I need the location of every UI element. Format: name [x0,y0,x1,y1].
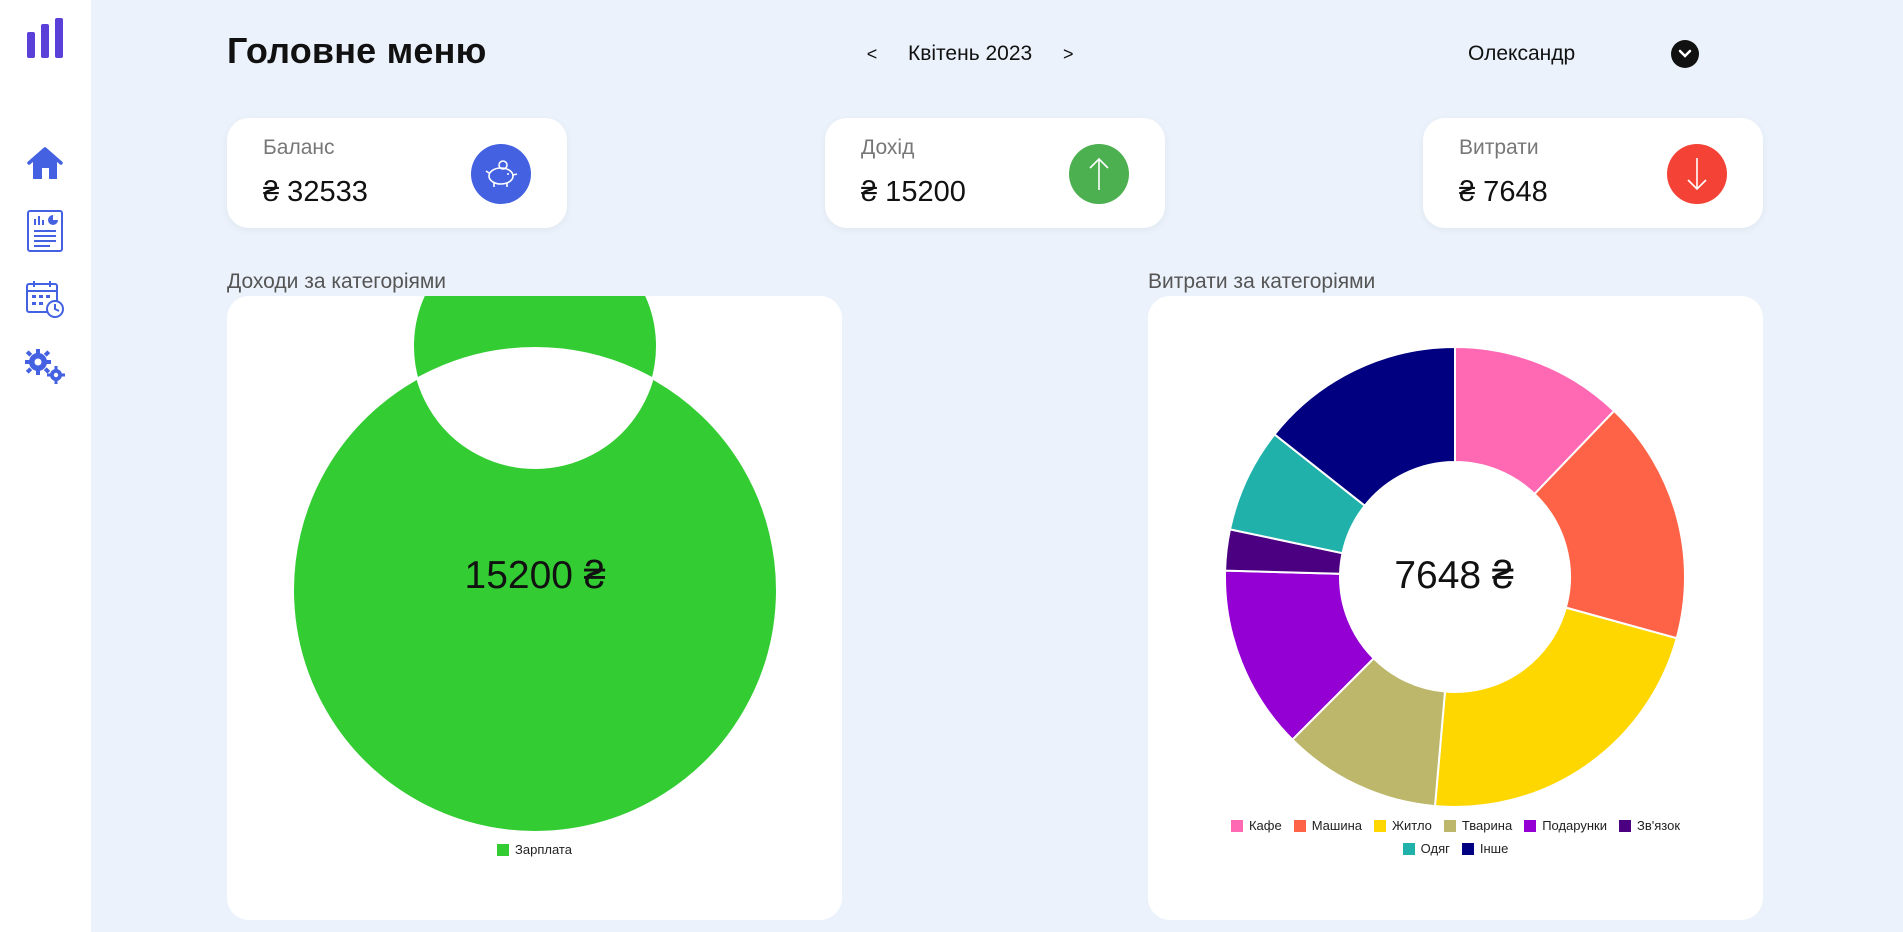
home-icon[interactable] [24,141,66,187]
legend-item-інше[interactable]: Інше [1461,841,1509,856]
slice-житло[interactable] [1433,606,1678,808]
legend-label: Житло [1392,818,1432,833]
legend-swatch [1293,819,1306,832]
legend-swatch [1374,819,1387,832]
legend-label: Одяг [1420,841,1450,856]
legend-label: Зв'язок [1637,818,1681,833]
user-name: Олександр [1468,42,1576,65]
legend-label: Подарунки [1542,818,1608,833]
chevron-down-icon[interactable] [1671,40,1699,68]
balance-label: Баланс [263,136,335,159]
expense-chart-title: Витрати за категоріями [1148,270,1376,293]
prev-month-button[interactable]: < [860,44,884,65]
income-donut-chart [292,296,778,833]
balance-card: Баланс ₴ 32533 [227,118,567,228]
legend-item-житло[interactable]: Житло [1374,818,1432,833]
income-legend: Зарплата [227,842,842,865]
legend-item-машина[interactable]: Машина [1293,818,1363,833]
logo-icon [26,18,64,60]
legend-item-зв-язок[interactable]: Зв'язок [1619,818,1680,833]
legend-swatch [1619,819,1632,832]
legend-item-кафе[interactable]: Кафе [1230,818,1282,833]
income-chart-panel: 15200 ₴ Зарплата [227,296,842,920]
legend-item-одяг[interactable]: Одяг [1402,841,1450,856]
legend-swatch [1402,842,1415,855]
calendar-icon[interactable] [24,276,66,322]
balance-value: ₴ 32533 [263,176,368,208]
legend-label: Машина [1311,818,1363,833]
month-selector: < Квітень 2023 > [860,40,1080,68]
income-value: ₴ 15200 [861,176,966,208]
sidebar [0,0,91,932]
income-chart-title: Доходи за категоріями [227,270,447,293]
next-month-button[interactable]: > [1056,44,1080,65]
settings-icon[interactable] [24,343,66,389]
expenses-card: Витрати ₴ 7648 [1423,118,1763,228]
expenses-label: Витрати [1459,136,1539,159]
piggy-bank-icon [471,144,531,204]
legend-swatch [497,843,510,856]
legend-swatch [1524,819,1537,832]
legend-label: Тварина [1461,818,1513,833]
legend-swatch [1443,819,1456,832]
user-menu[interactable]: Олександр [1468,40,1699,68]
legend-swatch [1461,842,1474,855]
current-month: Квітень 2023 [908,42,1033,65]
legend-item-зарплата[interactable]: Зарплата [497,842,572,857]
expense-legend: Кафе Машина Житло Тварина Подарунки Зв'язок Од… [1198,818,1713,864]
legend-item-подарунки[interactable]: Подарунки [1524,818,1607,833]
report-icon[interactable] [24,208,66,254]
arrow-up-icon [1069,144,1129,204]
arrow-down-icon [1667,144,1727,204]
expenses-value: ₴ 7648 [1459,176,1548,208]
legend-item-тварина[interactable]: Тварина [1443,818,1513,833]
legend-swatch [1230,819,1243,832]
income-card: Дохід ₴ 15200 [825,118,1165,228]
legend-label: Кафе [1248,818,1282,833]
legend-label: Інше [1479,841,1509,856]
page-title: Головне меню [227,30,487,71]
income-label: Дохід [861,136,915,159]
expense-total: 7648 ₴ [1394,554,1514,597]
income-total: 15200 ₴ [464,554,606,597]
legend-label: Зарплата [515,842,572,857]
expense-chart-panel: 7648 ₴ Кафе Машина Житло Тварина Подарунки Зв… [1148,296,1763,920]
